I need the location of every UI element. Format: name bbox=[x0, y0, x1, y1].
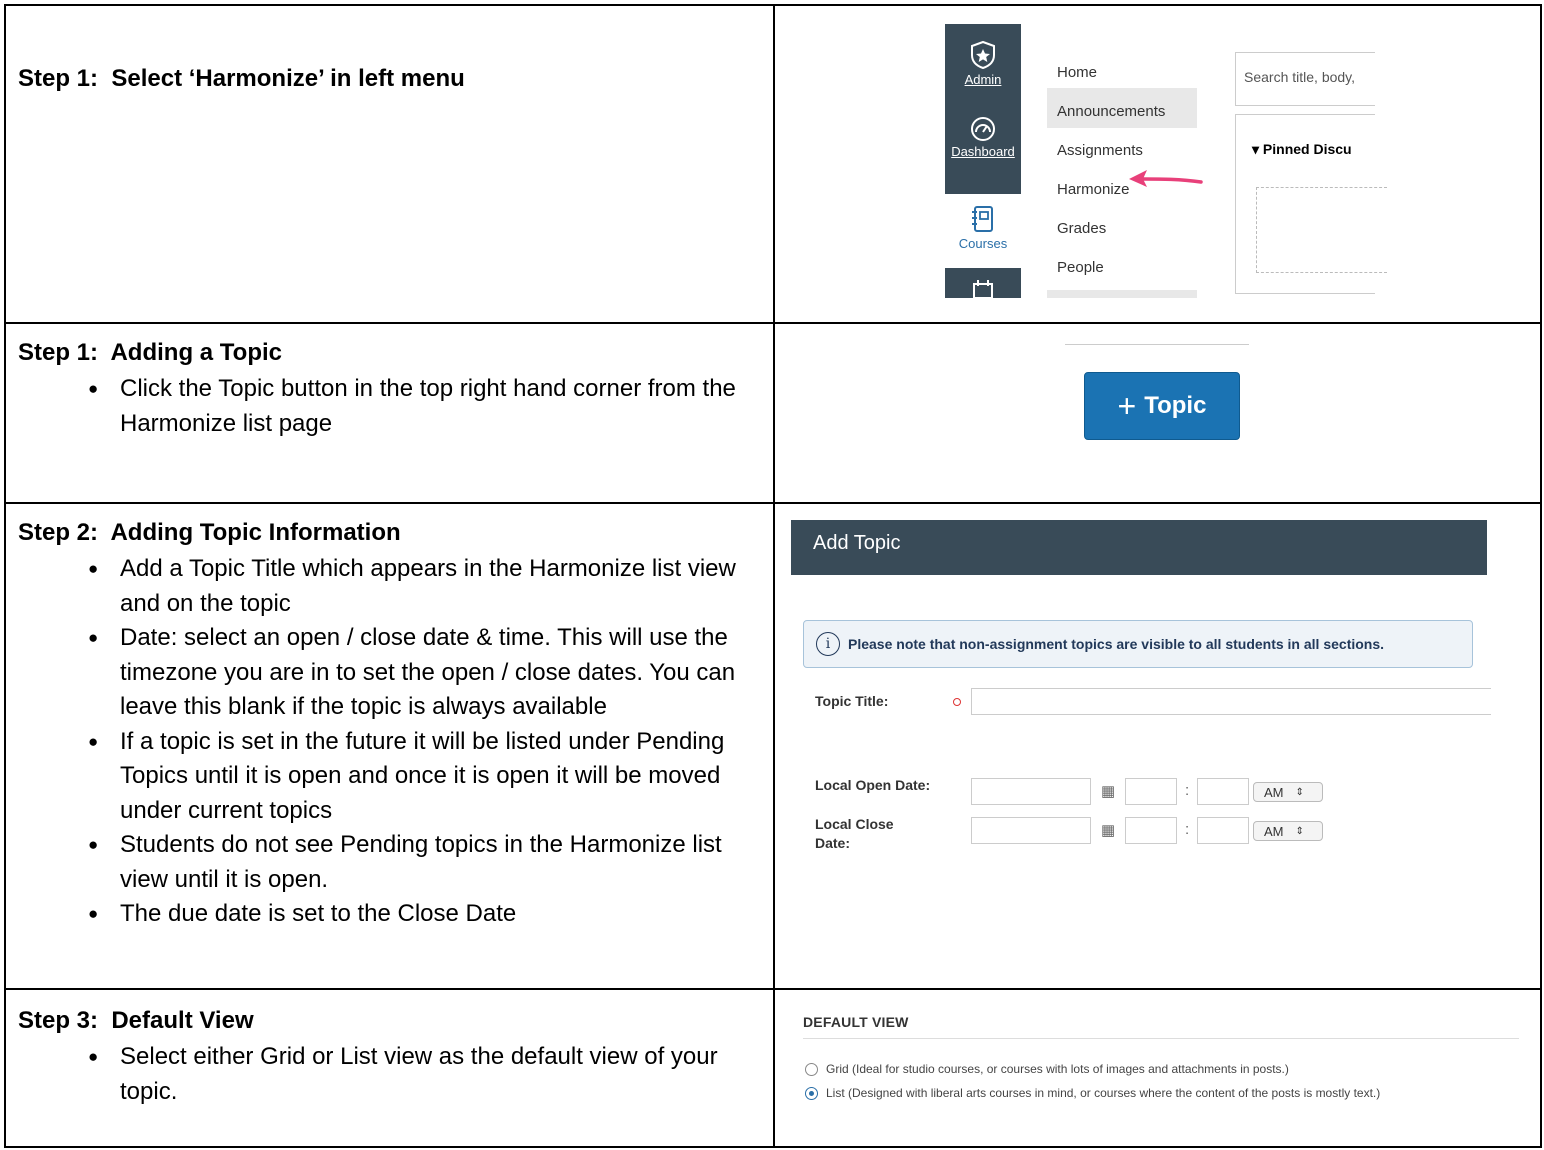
add-topic-header: Add Topic bbox=[791, 520, 1487, 575]
bullet-item: Select either Grid or List view as the d… bbox=[88, 1040, 758, 1109]
speedometer-icon bbox=[971, 117, 995, 141]
add-topic-button[interactable]: + Topic bbox=[1084, 372, 1240, 440]
topic-title-input[interactable] bbox=[971, 688, 1491, 715]
list-view-option[interactable]: List (Designed with liberal arts courses… bbox=[805, 1086, 1380, 1100]
step-cell-3: Step 2: Adding Topic Information Add a T… bbox=[4, 502, 775, 990]
grid-view-option[interactable]: Grid (Ideal for studio courses, or cours… bbox=[805, 1062, 1289, 1076]
calendar-icon bbox=[938, 278, 1028, 300]
divider bbox=[803, 1038, 1519, 1039]
step-title: Step 3: Default View bbox=[18, 1007, 254, 1034]
search-input[interactable]: Search title, body, bbox=[1235, 52, 1375, 106]
grid-radio[interactable] bbox=[805, 1062, 818, 1076]
course-nav-home[interactable]: Home bbox=[1057, 64, 1097, 81]
add-topic-label: Topic bbox=[1144, 392, 1207, 419]
step-cell-1: Step 1: Select ‘Harmonize’ in left menu bbox=[4, 4, 775, 324]
step-cell-4: Step 3: Default View Select either Grid … bbox=[4, 988, 775, 1148]
pinned-label: Pinned Discu bbox=[1262, 141, 1352, 157]
select-arrows-icon: ⇕ bbox=[1295, 825, 1304, 837]
ampm-value: AM bbox=[1264, 823, 1284, 839]
divider bbox=[1065, 344, 1249, 345]
pinned-discussions-heading[interactable]: ▾ Pinned Discu bbox=[1252, 141, 1352, 158]
close-minute-input[interactable] bbox=[1197, 817, 1249, 844]
open-minute-input[interactable] bbox=[1197, 778, 1249, 805]
bullet-item: Add a Topic Title which appears in the H… bbox=[88, 552, 758, 621]
global-nav-courses[interactable]: Courses bbox=[938, 204, 1028, 251]
select-arrows-icon: ⇕ bbox=[1295, 786, 1304, 798]
plus-icon: + bbox=[1117, 388, 1137, 424]
list-radio[interactable] bbox=[805, 1086, 818, 1100]
open-ampm-select[interactable]: AM ⇕ bbox=[1253, 782, 1323, 802]
nav-label: Admin bbox=[964, 72, 1002, 87]
visibility-note: i Please note that non-assignment topics… bbox=[803, 620, 1473, 668]
course-nav-assignments[interactable]: Assignments bbox=[1057, 142, 1143, 159]
book-icon bbox=[972, 206, 993, 232]
bullet-item: Students do not see Pending topics in th… bbox=[88, 828, 758, 897]
calendar-icon[interactable]: ▦ bbox=[1101, 782, 1115, 800]
screenshot-add-topic-form: Add Topic i Please note that non-assignm… bbox=[773, 502, 1542, 990]
course-nav-people[interactable]: People bbox=[1057, 259, 1104, 276]
nav-label: Dashboard bbox=[951, 144, 1015, 159]
course-nav-next-bg bbox=[1047, 290, 1197, 298]
bullet-item: Click the Topic button in the top right … bbox=[88, 372, 770, 441]
global-nav-admin[interactable]: Admin bbox=[938, 40, 1028, 87]
topic-title-label: Topic Title: bbox=[815, 693, 889, 709]
time-separator: : bbox=[1185, 782, 1190, 799]
course-nav-harmonize[interactable]: Harmonize bbox=[1057, 181, 1130, 198]
step-title: Step 1: Select ‘Harmonize’ in left menu bbox=[18, 65, 465, 92]
bullet-item: Date: select an open / close date & time… bbox=[88, 621, 758, 725]
default-view-heading: DEFAULT VIEW bbox=[803, 1014, 909, 1030]
time-separator: : bbox=[1185, 821, 1190, 838]
step-bullets: Click the Topic button in the top right … bbox=[18, 372, 770, 441]
close-ampm-select[interactable]: AM ⇕ bbox=[1253, 821, 1323, 841]
info-icon: i bbox=[816, 632, 840, 656]
step-title: Step 2: Adding Topic Information bbox=[18, 519, 401, 546]
open-hour-input[interactable] bbox=[1125, 778, 1177, 805]
open-date-label: Local Open Date: bbox=[815, 777, 931, 793]
ampm-value: AM bbox=[1264, 784, 1284, 800]
bullet-item: If a topic is set in the future it will … bbox=[88, 725, 758, 829]
step-bullets: Add a Topic Title which appears in the H… bbox=[18, 552, 758, 932]
step-title: Step 1: Adding a Topic bbox=[18, 339, 282, 366]
list-option-label: List (Designed with liberal arts courses… bbox=[826, 1086, 1381, 1100]
step-cell-2: Step 1: Adding a Topic Click the Topic b… bbox=[4, 322, 775, 504]
instructions-table: Step 1: Select ‘Harmonize’ in left menu … bbox=[4, 4, 1542, 1148]
note-text: Please note that non-assignment topics a… bbox=[848, 636, 1385, 652]
screenshot-harmonize-menu: Admin Dashboard Courses Home Announcemen… bbox=[773, 4, 1542, 324]
pinned-dropzone bbox=[1256, 187, 1387, 273]
screenshot-default-view: DEFAULT VIEW Grid (Ideal for studio cour… bbox=[773, 988, 1542, 1148]
course-nav-grades[interactable]: Grades bbox=[1057, 220, 1106, 237]
required-indicator bbox=[953, 698, 961, 706]
screenshot-topic-button: + Topic bbox=[773, 322, 1542, 504]
nav-label: Courses bbox=[958, 236, 1008, 251]
shield-star-icon bbox=[971, 40, 995, 70]
pinned-discussions-panel: ▾ Pinned Discu bbox=[1235, 114, 1387, 294]
grid-option-label: Grid (Ideal for studio courses, or cours… bbox=[826, 1062, 1289, 1076]
close-date-input[interactable] bbox=[971, 817, 1091, 844]
bullet-item: The due date is set to the Close Date bbox=[88, 897, 758, 932]
pointer-arrow-icon bbox=[1129, 170, 1203, 187]
close-hour-input[interactable] bbox=[1125, 817, 1177, 844]
calendar-icon[interactable]: ▦ bbox=[1101, 821, 1115, 839]
course-nav-announcements[interactable]: Announcements bbox=[1057, 103, 1165, 120]
step-bullets: Select either Grid or List view as the d… bbox=[18, 1040, 758, 1109]
open-date-input[interactable] bbox=[971, 778, 1091, 805]
close-date-label: Local Close Date: bbox=[815, 816, 894, 851]
global-nav-dashboard[interactable]: Dashboard bbox=[938, 116, 1028, 159]
